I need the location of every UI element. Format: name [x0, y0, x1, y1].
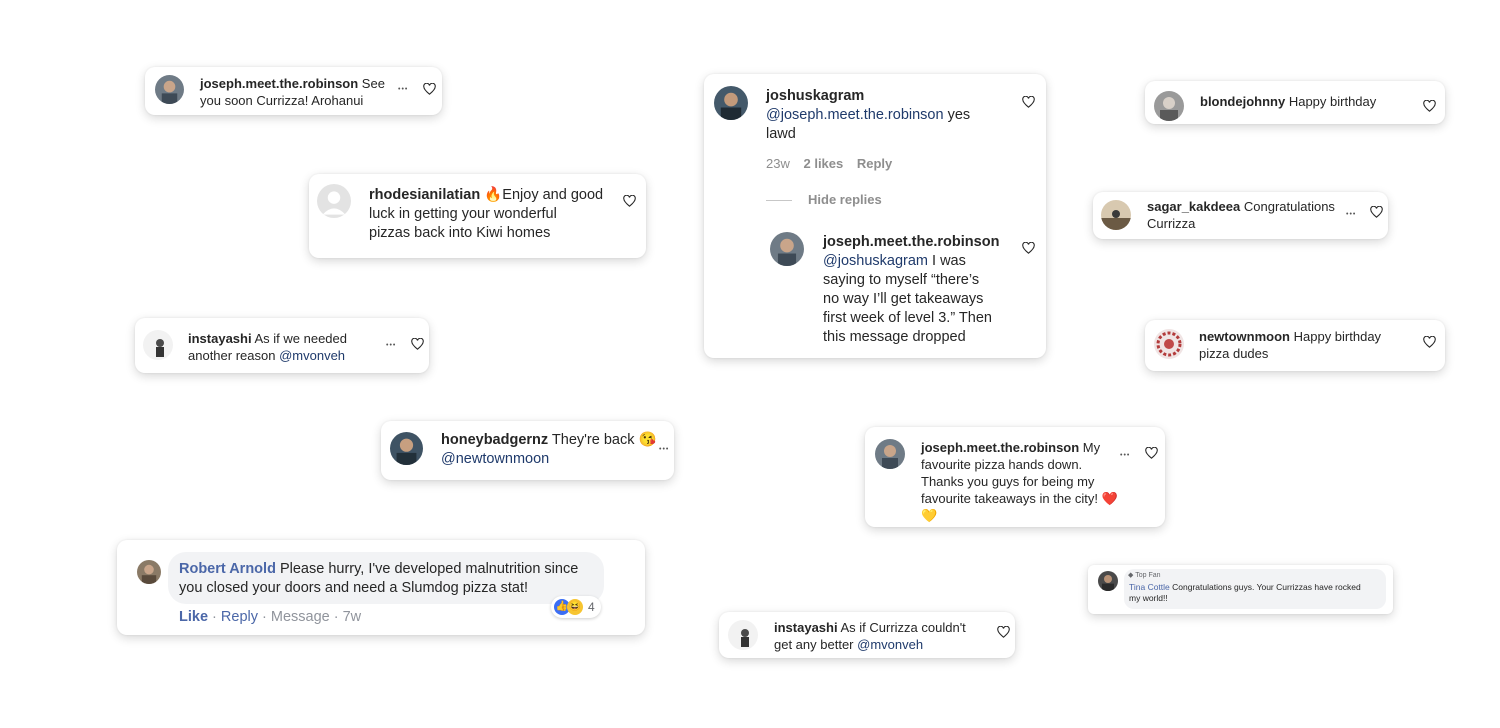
comment-meta: 23w 2 likes Reply	[766, 156, 892, 171]
comment-text: honeybadgernz They're back 😘 @newtownmoo…	[441, 432, 657, 467]
comment-text: Robert Arnold Please hurry, I've develop…	[179, 561, 579, 596]
avatar[interactable]	[143, 330, 173, 360]
avatar[interactable]	[714, 86, 748, 120]
more-options-icon[interactable]: •••	[386, 341, 396, 351]
divider-line	[766, 200, 792, 201]
comment-card-6: joshuskagram @joseph.meet.the.robinson y…	[704, 74, 1046, 358]
top-fan-badge: ◆ Top Fan	[1128, 572, 1161, 579]
comment-card-8: instayashi As if Currizza couldn't get a…	[719, 612, 1015, 658]
heart-icon[interactable]	[997, 626, 1010, 638]
comment-card-10: sagar_kakdeea Congratulations Currizza •…	[1093, 192, 1388, 239]
username[interactable]: joshuskagram	[766, 88, 864, 104]
heart-icon[interactable]	[1022, 96, 1035, 108]
like-link[interactable]: Like	[179, 609, 208, 625]
more-options-icon[interactable]: •••	[1346, 210, 1356, 220]
heart-icon[interactable]	[1423, 100, 1436, 112]
comment-card-1: joseph.meet.the.robinson See you soon Cu…	[145, 67, 442, 115]
username[interactable]: newtownmoon	[1199, 329, 1290, 344]
comment-card-4: honeybadgernz They're back 😘 @newtownmoo…	[381, 421, 674, 480]
more-options-icon[interactable]: •••	[1120, 451, 1130, 461]
username[interactable]: sagar_kakdeea	[1147, 199, 1240, 214]
avatar[interactable]	[770, 232, 804, 266]
username[interactable]: blondejohnny	[1200, 94, 1285, 109]
reply-text: joseph.meet.the.robinson @joshuskagram I…	[823, 234, 1000, 345]
message-link[interactable]: Message	[271, 609, 330, 625]
avatar[interactable]	[1154, 329, 1184, 359]
mention-link[interactable]: @newtownmoon	[441, 451, 549, 467]
username[interactable]: Tina Cottle	[1129, 582, 1170, 592]
avatar[interactable]	[1154, 91, 1184, 121]
likes-count[interactable]: 2 likes	[803, 156, 843, 171]
comment-text: joshuskagram @joseph.meet.the.robinson y…	[766, 88, 971, 142]
hide-replies-link[interactable]: Hide replies	[808, 192, 882, 207]
timestamp: 7w	[342, 609, 362, 625]
heart-icon[interactable]	[623, 195, 636, 207]
username[interactable]: instayashi	[774, 620, 838, 635]
comment-text: Tina Cottle Congratulations guys. Your C…	[1129, 582, 1361, 603]
avatar[interactable]	[155, 75, 184, 104]
comment-card-7: joseph.meet.the.robinson My favourite pi…	[865, 427, 1165, 527]
reply-link[interactable]: Reply	[857, 156, 892, 171]
username[interactable]: joseph.meet.the.robinson	[921, 440, 1079, 455]
comment-card-11: newtownmoon Happy birthday pizza dudes	[1145, 320, 1445, 371]
timestamp: 23w	[766, 156, 790, 171]
username[interactable]: honeybadgernz	[441, 432, 548, 448]
avatar[interactable]	[317, 184, 351, 218]
avatar[interactable]	[390, 432, 423, 465]
reactions-count: 4	[588, 600, 595, 614]
comment-card-3: instayashi As if we needed another reaso…	[135, 318, 429, 373]
mention-link[interactable]: @joshuskagram	[823, 253, 928, 269]
comment-text: joseph.meet.the.robinson See you soon Cu…	[200, 76, 385, 108]
comment-text: blondejohnny Happy birthday	[1200, 94, 1377, 109]
mention-link[interactable]: @mvonveh	[857, 637, 923, 652]
reply-link[interactable]: Reply	[221, 609, 258, 625]
comment-card-2: rhodesianilatian 🔥Enjoy and good luck in…	[309, 174, 646, 258]
heart-icon[interactable]	[1423, 336, 1436, 348]
more-options-icon[interactable]: •••	[398, 85, 408, 95]
username[interactable]: Robert Arnold	[179, 561, 276, 577]
username[interactable]: instayashi	[188, 331, 252, 346]
mention-link[interactable]: @joseph.meet.the.robinson	[766, 107, 944, 123]
heart-icon[interactable]	[411, 338, 424, 350]
avatar[interactable]	[137, 560, 161, 584]
heart-icon[interactable]	[1145, 447, 1158, 459]
comment-card-5: Robert Arnold Please hurry, I've develop…	[117, 540, 645, 635]
more-options-icon[interactable]: •••	[659, 445, 669, 455]
comment-card-9: blondejohnny Happy birthday	[1145, 81, 1445, 124]
haha-reaction-icon: 😆	[567, 599, 583, 615]
avatar[interactable]	[875, 439, 905, 469]
username[interactable]: rhodesianilatian	[369, 187, 480, 203]
comment-text: sagar_kakdeea Congratulations Currizza	[1147, 199, 1335, 231]
comment-text: joseph.meet.the.robinson My favourite pi…	[921, 440, 1118, 523]
avatar[interactable]	[728, 620, 758, 650]
heart-icon[interactable]	[1022, 242, 1035, 254]
comment-text: rhodesianilatian 🔥Enjoy and good luck in…	[369, 187, 604, 241]
heart-icon[interactable]	[423, 83, 436, 95]
reactions-badge[interactable]: 👍 😆 4	[551, 596, 601, 618]
avatar[interactable]	[1101, 200, 1131, 230]
comment-text: newtownmoon Happy birthday pizza dudes	[1199, 329, 1382, 361]
username[interactable]: joseph.meet.the.robinson	[200, 76, 358, 91]
mention-link[interactable]: @mvonveh	[279, 348, 345, 363]
diamond-icon: ◆	[1128, 572, 1134, 579]
username[interactable]: joseph.meet.the.robinson	[823, 234, 999, 250]
avatar[interactable]	[1098, 571, 1118, 591]
comment-actions: Like · Reply · Message · 7w	[179, 609, 362, 625]
heart-icon[interactable]	[1370, 206, 1383, 218]
comment-text: instayashi As if Currizza couldn't get a…	[774, 620, 966, 652]
comment-card-12: ◆ Top Fan Tina Cottle Congratulations gu…	[1088, 565, 1393, 614]
comment-text: instayashi As if we needed another reaso…	[188, 331, 347, 363]
